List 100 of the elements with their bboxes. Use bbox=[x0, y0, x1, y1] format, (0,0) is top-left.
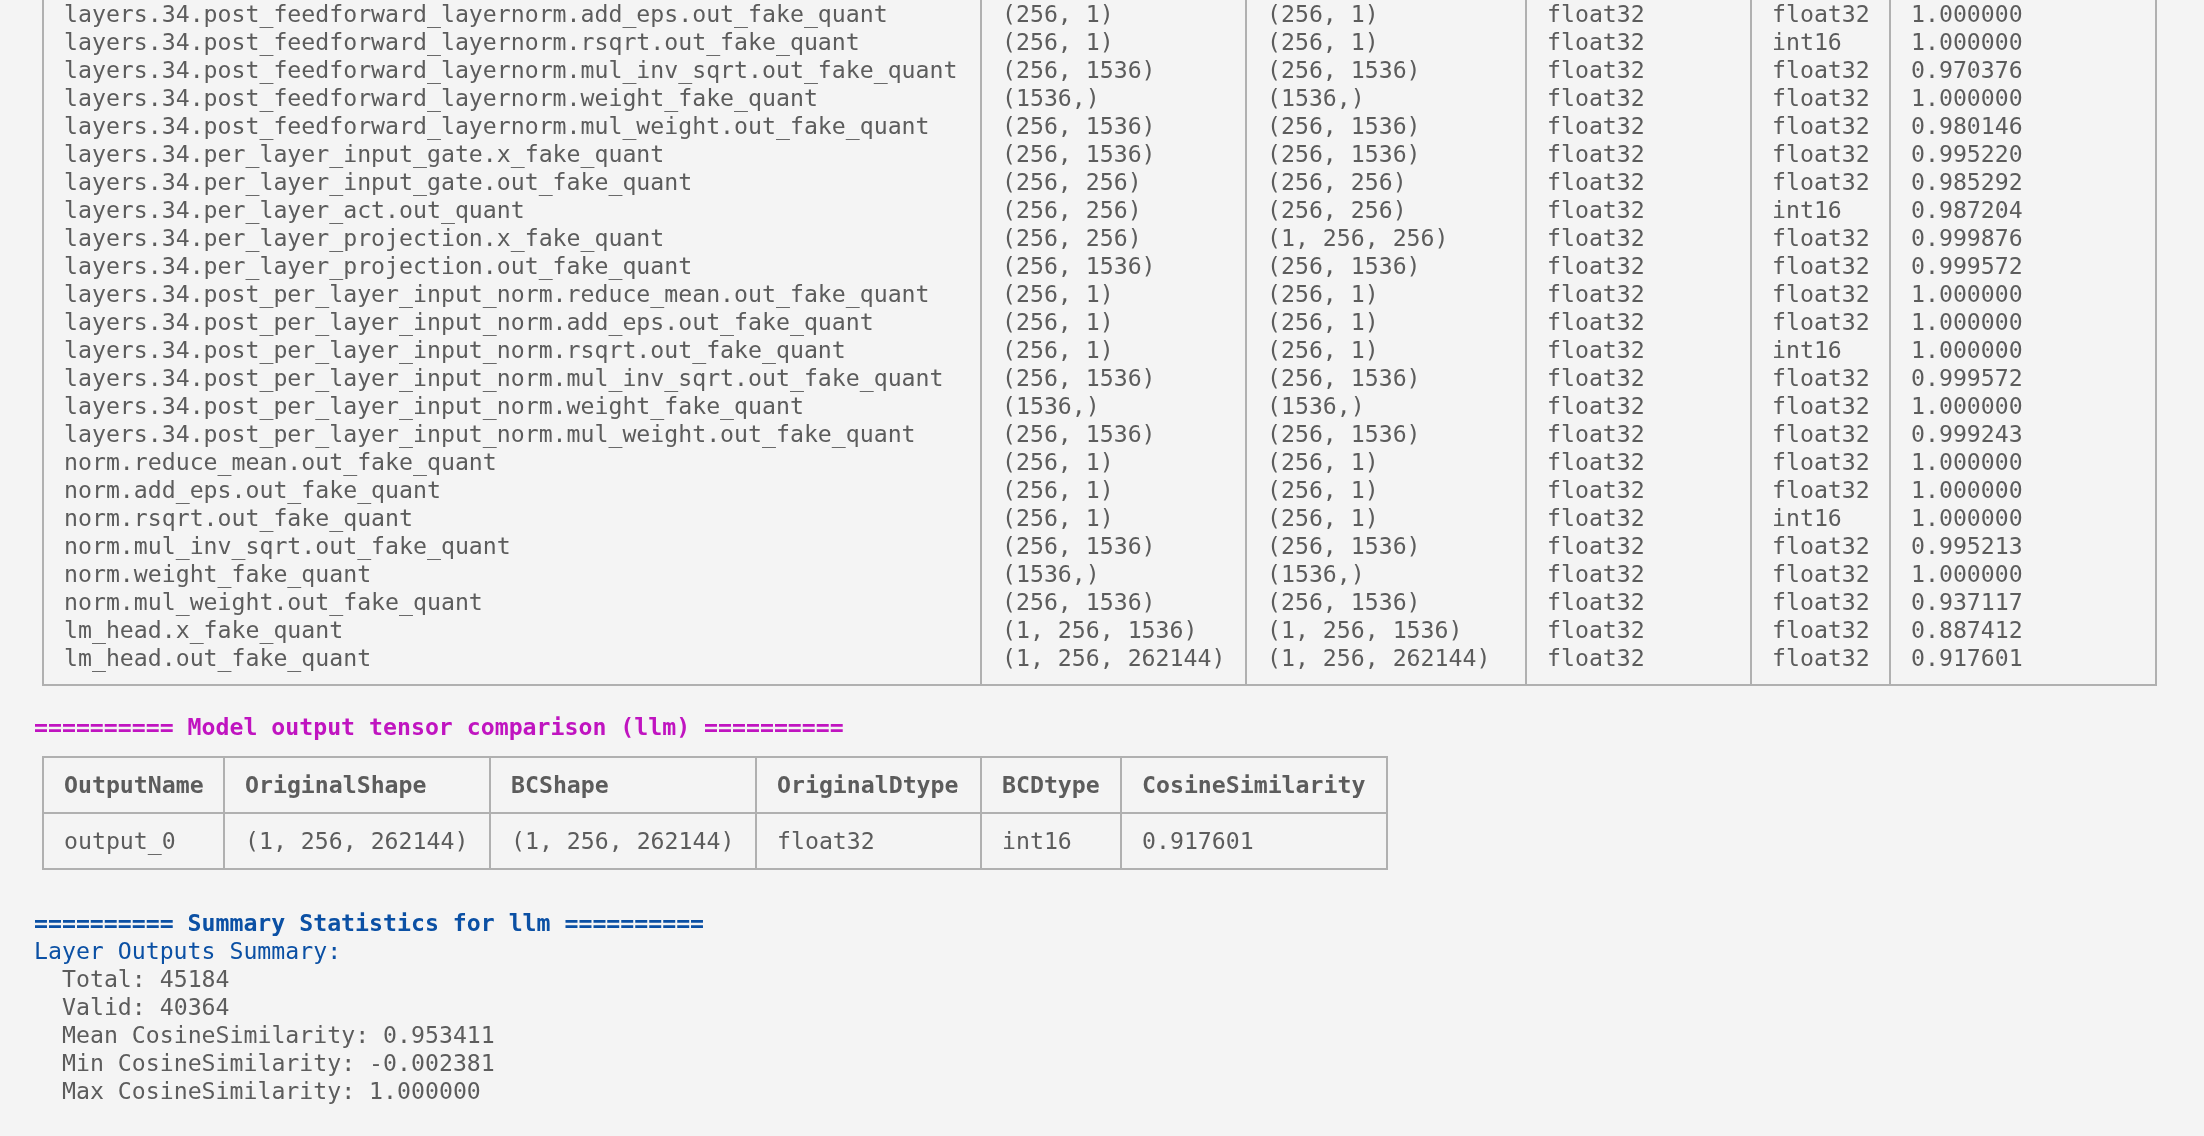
table-cell: (256, 256) bbox=[1246, 168, 1526, 196]
table-cell: float32 bbox=[1751, 56, 1890, 84]
table-cell: float32 bbox=[1751, 644, 1890, 685]
table-cell: (256, 1536) bbox=[981, 252, 1246, 280]
summary-line: Max CosineSimilarity: 1.000000 bbox=[62, 1077, 481, 1105]
table-cell: float32 bbox=[1526, 448, 1751, 476]
table-cell: float32 bbox=[1526, 140, 1751, 168]
table-cell: (256, 256) bbox=[1246, 196, 1526, 224]
table-cell: layers.34.post_feedforward_layernorm.weight_fake_quant bbox=[43, 84, 981, 112]
table-cell: (256, 1536) bbox=[981, 532, 1246, 560]
table-cell: (256, 1536) bbox=[981, 140, 1246, 168]
table-cell: (256, 1536) bbox=[981, 588, 1246, 616]
table-cell: layers.34.post_feedforward_layernorm.add_eps.out_fake_quant bbox=[43, 0, 981, 28]
table-cell: 0.999572 bbox=[1890, 252, 2156, 280]
section-title: ========== Summary Statistics for llm ========== bbox=[34, 909, 705, 937]
table-cell: float32 bbox=[1526, 504, 1751, 532]
table-cell: 1.000000 bbox=[1890, 504, 2156, 532]
table-cell: 0.999572 bbox=[1890, 364, 2156, 392]
table-cell: float32 bbox=[1526, 476, 1751, 504]
table-cell: 1.000000 bbox=[1890, 280, 2156, 308]
table-cell: (256, 1) bbox=[1246, 28, 1526, 56]
table-cell: float32 bbox=[1526, 28, 1751, 56]
table-cell: (1536,) bbox=[981, 84, 1246, 112]
table-cell: float32 bbox=[1751, 616, 1890, 644]
column-header: CosineSimilarity bbox=[1121, 757, 1387, 813]
table-cell: (1, 256, 262144) bbox=[1246, 644, 1526, 685]
table-cell: float32 bbox=[1751, 364, 1890, 392]
table-cell: (1536,) bbox=[981, 392, 1246, 420]
table-cell: (256, 1) bbox=[1246, 280, 1526, 308]
table-cell: float32 bbox=[1526, 168, 1751, 196]
column-header: BCShape bbox=[490, 757, 756, 813]
table-cell: (1536,) bbox=[981, 560, 1246, 588]
table-cell: (1536,) bbox=[1246, 560, 1526, 588]
table-cell: layers.34.post_feedforward_layernorm.mul_inv_sqrt.out_fake_quant bbox=[43, 56, 981, 84]
table-cell: (256, 1) bbox=[981, 336, 1246, 364]
table-cell: layers.34.post_feedforward_layernorm.mul_weight.out_fake_quant bbox=[43, 112, 981, 140]
table-cell: (256, 256) bbox=[981, 224, 1246, 252]
table-cell: norm.reduce_mean.out_fake_quant bbox=[43, 448, 981, 476]
table-cell: (256, 1) bbox=[1246, 336, 1526, 364]
table-cell: 0.917601 bbox=[1121, 813, 1387, 869]
table-cell: float32 bbox=[1526, 532, 1751, 560]
table-cell: float32 bbox=[1751, 420, 1890, 448]
summary-line: Min CosineSimilarity: -0.002381 bbox=[62, 1049, 495, 1077]
table-cell: (1, 256, 262144) bbox=[981, 644, 1246, 685]
table-cell: (256, 1) bbox=[1246, 448, 1526, 476]
table-cell: (1, 256, 1536) bbox=[1246, 616, 1526, 644]
table-cell: layers.34.post_per_layer_input_norm.reduce_mean.out_fake_quant bbox=[43, 280, 981, 308]
table-cell: 0.985292 bbox=[1890, 168, 2156, 196]
table-cell: float32 bbox=[1526, 280, 1751, 308]
table-cell: float32 bbox=[1526, 364, 1751, 392]
table-cell: 0.917601 bbox=[1890, 644, 2156, 685]
table-cell: int16 bbox=[1751, 196, 1890, 224]
table-cell: float32 bbox=[1526, 252, 1751, 280]
table-cell: float32 bbox=[1526, 56, 1751, 84]
table-cell: (256, 1) bbox=[1246, 476, 1526, 504]
section-title: ========== Model output tensor comparison (llm) ========== bbox=[34, 713, 844, 741]
table-cell: 0.995220 bbox=[1890, 140, 2156, 168]
table-cell: layers.34.per_layer_projection.x_fake_quant bbox=[43, 224, 981, 252]
table-cell: float32 bbox=[1751, 140, 1890, 168]
table-cell: (1, 256, 1536) bbox=[981, 616, 1246, 644]
table-cell: (256, 256) bbox=[981, 168, 1246, 196]
table-cell: output_0 bbox=[43, 813, 224, 869]
table-cell: 0.970376 bbox=[1890, 56, 2156, 84]
table-cell: (256, 1) bbox=[981, 476, 1246, 504]
table-cell: layers.34.post_per_layer_input_norm.mul_inv_sqrt.out_fake_quant bbox=[43, 364, 981, 392]
table-cell: lm_head.x_fake_quant bbox=[43, 616, 981, 644]
table-cell: float32 bbox=[1751, 560, 1890, 588]
summary-line: Total: 45184 bbox=[62, 965, 230, 993]
table-cell: (1, 256, 262144) bbox=[224, 813, 490, 869]
table-cell: float32 bbox=[1751, 448, 1890, 476]
table-cell: (256, 1536) bbox=[1246, 112, 1526, 140]
table-cell: layers.34.per_layer_input_gate.out_fake_quant bbox=[43, 168, 981, 196]
table-cell: (256, 1536) bbox=[1246, 140, 1526, 168]
table-cell: float32 bbox=[1526, 84, 1751, 112]
table-cell: int16 bbox=[1751, 336, 1890, 364]
table-cell: lm_head.out_fake_quant bbox=[43, 644, 981, 685]
table-cell: (256, 1536) bbox=[1246, 420, 1526, 448]
table-cell: (256, 1) bbox=[981, 280, 1246, 308]
table-cell: 1.000000 bbox=[1890, 308, 2156, 336]
table-cell: (256, 1) bbox=[1246, 0, 1526, 28]
table-cell: 1.000000 bbox=[1890, 84, 2156, 112]
table-cell: float32 bbox=[1751, 0, 1890, 28]
table-cell: layers.34.per_layer_act.out_quant bbox=[43, 196, 981, 224]
column-header: OriginalDtype bbox=[756, 757, 981, 813]
table-cell: (256, 1) bbox=[981, 448, 1246, 476]
column-header: BCDtype bbox=[981, 757, 1121, 813]
table-cell: 0.995213 bbox=[1890, 532, 2156, 560]
table-cell: (256, 1) bbox=[981, 0, 1246, 28]
table-cell: (256, 1536) bbox=[981, 420, 1246, 448]
table-cell: float32 bbox=[1751, 588, 1890, 616]
table-cell: (256, 256) bbox=[981, 196, 1246, 224]
table-cell: (256, 1536) bbox=[1246, 532, 1526, 560]
table-cell: 0.999876 bbox=[1890, 224, 2156, 252]
table-cell: norm.add_eps.out_fake_quant bbox=[43, 476, 981, 504]
table-cell: (256, 1) bbox=[1246, 504, 1526, 532]
table-cell: 1.000000 bbox=[1890, 392, 2156, 420]
table-cell: (1, 256, 262144) bbox=[490, 813, 756, 869]
table-cell: (1536,) bbox=[1246, 392, 1526, 420]
table-cell: int16 bbox=[1751, 28, 1890, 56]
table-cell: layers.34.post_per_layer_input_norm.rsqrt.out_fake_quant bbox=[43, 336, 981, 364]
